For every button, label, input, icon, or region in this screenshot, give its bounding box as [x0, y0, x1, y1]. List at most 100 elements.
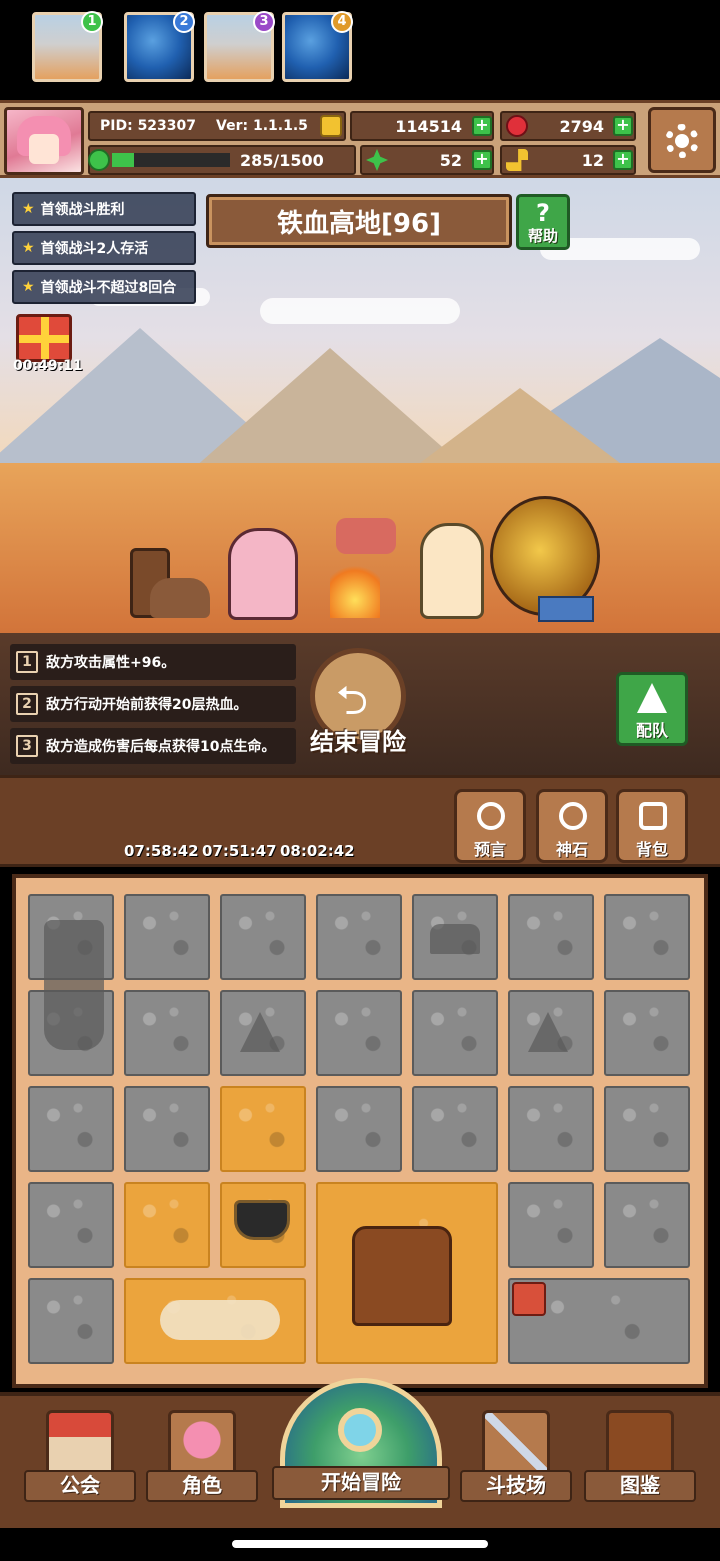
- gold-value: 114514: [395, 116, 462, 136]
- team-pyramid-icon: [637, 683, 667, 713]
- slot-timer: 07:51:47: [202, 842, 277, 860]
- gift-box-button[interactable]: [16, 314, 72, 362]
- settings-button[interactable]: [648, 107, 716, 173]
- tree-stump[interactable]: [352, 1226, 452, 1326]
- map-tile[interactable]: [124, 894, 210, 980]
- quest-item: ★ 首领战斗不超过8回合: [12, 270, 196, 304]
- gem-value: 2794: [559, 116, 604, 136]
- player-avatar[interactable]: [4, 107, 84, 175]
- map-tile[interactable]: [604, 1182, 690, 1268]
- stage-slot[interactable]: 4: [282, 11, 353, 82]
- end-adventure-button[interactable]: ⮌ 结束冒险: [300, 648, 416, 758]
- map-tile[interactable]: [124, 1086, 210, 1172]
- pink-bear-hero[interactable]: [228, 528, 298, 620]
- map-tile[interactable]: [220, 894, 306, 980]
- campfire: [330, 558, 380, 618]
- map-tile-revealed[interactable]: [220, 1086, 306, 1172]
- rule-text: 敌方攻击属性+96。: [46, 655, 176, 671]
- crystal-ball-icon: [477, 802, 505, 830]
- fossil-bones: [160, 1300, 280, 1340]
- stamina-value: 285/1500: [240, 151, 324, 170]
- team-setup-button[interactable]: 配队: [616, 672, 688, 746]
- pid-text: PID: 523307: [100, 118, 197, 134]
- stamina-clover-icon: [88, 149, 110, 171]
- nav-character[interactable]: 角色: [146, 1404, 258, 1508]
- roast-meat-prop: [336, 518, 396, 554]
- map-tile[interactable]: [28, 1086, 114, 1172]
- map-tile[interactable]: [316, 1086, 402, 1172]
- map-tile[interactable]: [124, 990, 210, 1076]
- map-tile[interactable]: [28, 1182, 114, 1268]
- codex-book-icon: [606, 1410, 674, 1476]
- prophecy-button[interactable]: 预言: [454, 789, 526, 863]
- map-tile[interactable]: [412, 1086, 498, 1172]
- stamina-bar: 285/1500: [88, 145, 356, 175]
- gear-center: [675, 134, 689, 148]
- stage-title-banner: 铁血高地[96]: [206, 194, 512, 248]
- crossed-swords-icon: [482, 1410, 550, 1476]
- cooking-pot[interactable]: [234, 1200, 290, 1240]
- stage-slot[interactable]: 3: [204, 11, 275, 82]
- add-key-plus-icon[interactable]: +: [613, 150, 633, 170]
- stamina-track: [112, 153, 230, 167]
- backpack-label: 背包: [635, 840, 668, 859]
- team-label: 配队: [635, 721, 668, 740]
- blonde-hero[interactable]: [420, 523, 484, 619]
- event-marker-icon[interactable]: [512, 1282, 546, 1316]
- god-stone-button[interactable]: 神石: [536, 789, 608, 863]
- quest-label: 首领战斗不超过8回合: [40, 280, 177, 296]
- home-indicator[interactable]: [232, 1540, 488, 1548]
- clover-value: 52: [439, 150, 462, 170]
- avatar-face: [29, 134, 59, 164]
- stage-slot[interactable]: 2: [124, 11, 195, 82]
- prophecy-label: 预言: [473, 840, 506, 859]
- map-tile-revealed[interactable]: [124, 1182, 210, 1268]
- map-tile[interactable]: [316, 990, 402, 1076]
- star-icon: ★: [22, 201, 35, 217]
- stage-title: 铁血高地[96]: [277, 208, 441, 239]
- rule-number: 1: [16, 651, 38, 673]
- rule-item: 1 敌方攻击属性+96。: [10, 644, 296, 680]
- question-icon: ?: [536, 199, 550, 227]
- gift-timer: 00:49:11: [13, 358, 83, 374]
- pid-version-bar: PID: 523307 Ver: 1.1.1.5: [88, 111, 346, 141]
- help-label: 帮助: [527, 227, 558, 245]
- nav-codex-label: 图鉴: [584, 1470, 696, 1502]
- quest-label: 首领战斗2人存活: [40, 241, 149, 257]
- nav-codex[interactable]: 图鉴: [584, 1404, 696, 1508]
- gold-coin-icon: [320, 115, 342, 137]
- quest-item: ★ 首领战斗胜利: [12, 192, 196, 226]
- stone-icon: [559, 802, 587, 830]
- guild-hall-icon: [46, 1410, 114, 1476]
- backpack-button[interactable]: 背包: [616, 789, 688, 863]
- nav-guild[interactable]: 公会: [24, 1404, 136, 1508]
- hut-silhouette: [430, 924, 480, 954]
- map-tile[interactable]: [412, 990, 498, 1076]
- stage-slot[interactable]: 1: [32, 11, 103, 82]
- rule-item: 3 敌方造成伤害后每点获得10点生命。: [10, 728, 296, 764]
- resource-header: PID: 523307 Ver: 1.1.1.5 114514 + 2794 +…: [0, 100, 720, 178]
- add-clover-plus-icon[interactable]: +: [472, 150, 492, 170]
- map-tile[interactable]: [508, 894, 594, 980]
- map-tile[interactable]: [28, 1278, 114, 1364]
- map-tile[interactable]: [604, 1086, 690, 1172]
- magnifier-icon: [338, 1408, 382, 1452]
- nav-guild-label: 公会: [24, 1470, 136, 1502]
- add-gem-plus-icon[interactable]: +: [613, 116, 633, 136]
- slot-timer: 08:02:42: [280, 842, 355, 860]
- nav-arena[interactable]: 斗技场: [460, 1404, 572, 1508]
- map-tile[interactable]: [508, 1182, 594, 1268]
- map-tile[interactable]: [604, 990, 690, 1076]
- star-icon: ★: [22, 240, 35, 256]
- quest-label: 首领战斗胜利: [40, 202, 125, 218]
- map-tile[interactable]: [604, 894, 690, 980]
- add-gold-plus-icon[interactable]: +: [472, 116, 492, 136]
- treasure-chest-prop: [538, 596, 594, 622]
- status-bar-area: [0, 0, 720, 100]
- map-tile[interactable]: [316, 894, 402, 980]
- god-stone-label: 神石: [555, 840, 588, 859]
- help-button[interactable]: ? 帮助: [516, 194, 570, 250]
- map-tile[interactable]: [508, 1086, 594, 1172]
- start-adventure-button[interactable]: 开始冒险: [272, 1378, 450, 1508]
- start-adventure-label: 开始冒险: [272, 1466, 450, 1500]
